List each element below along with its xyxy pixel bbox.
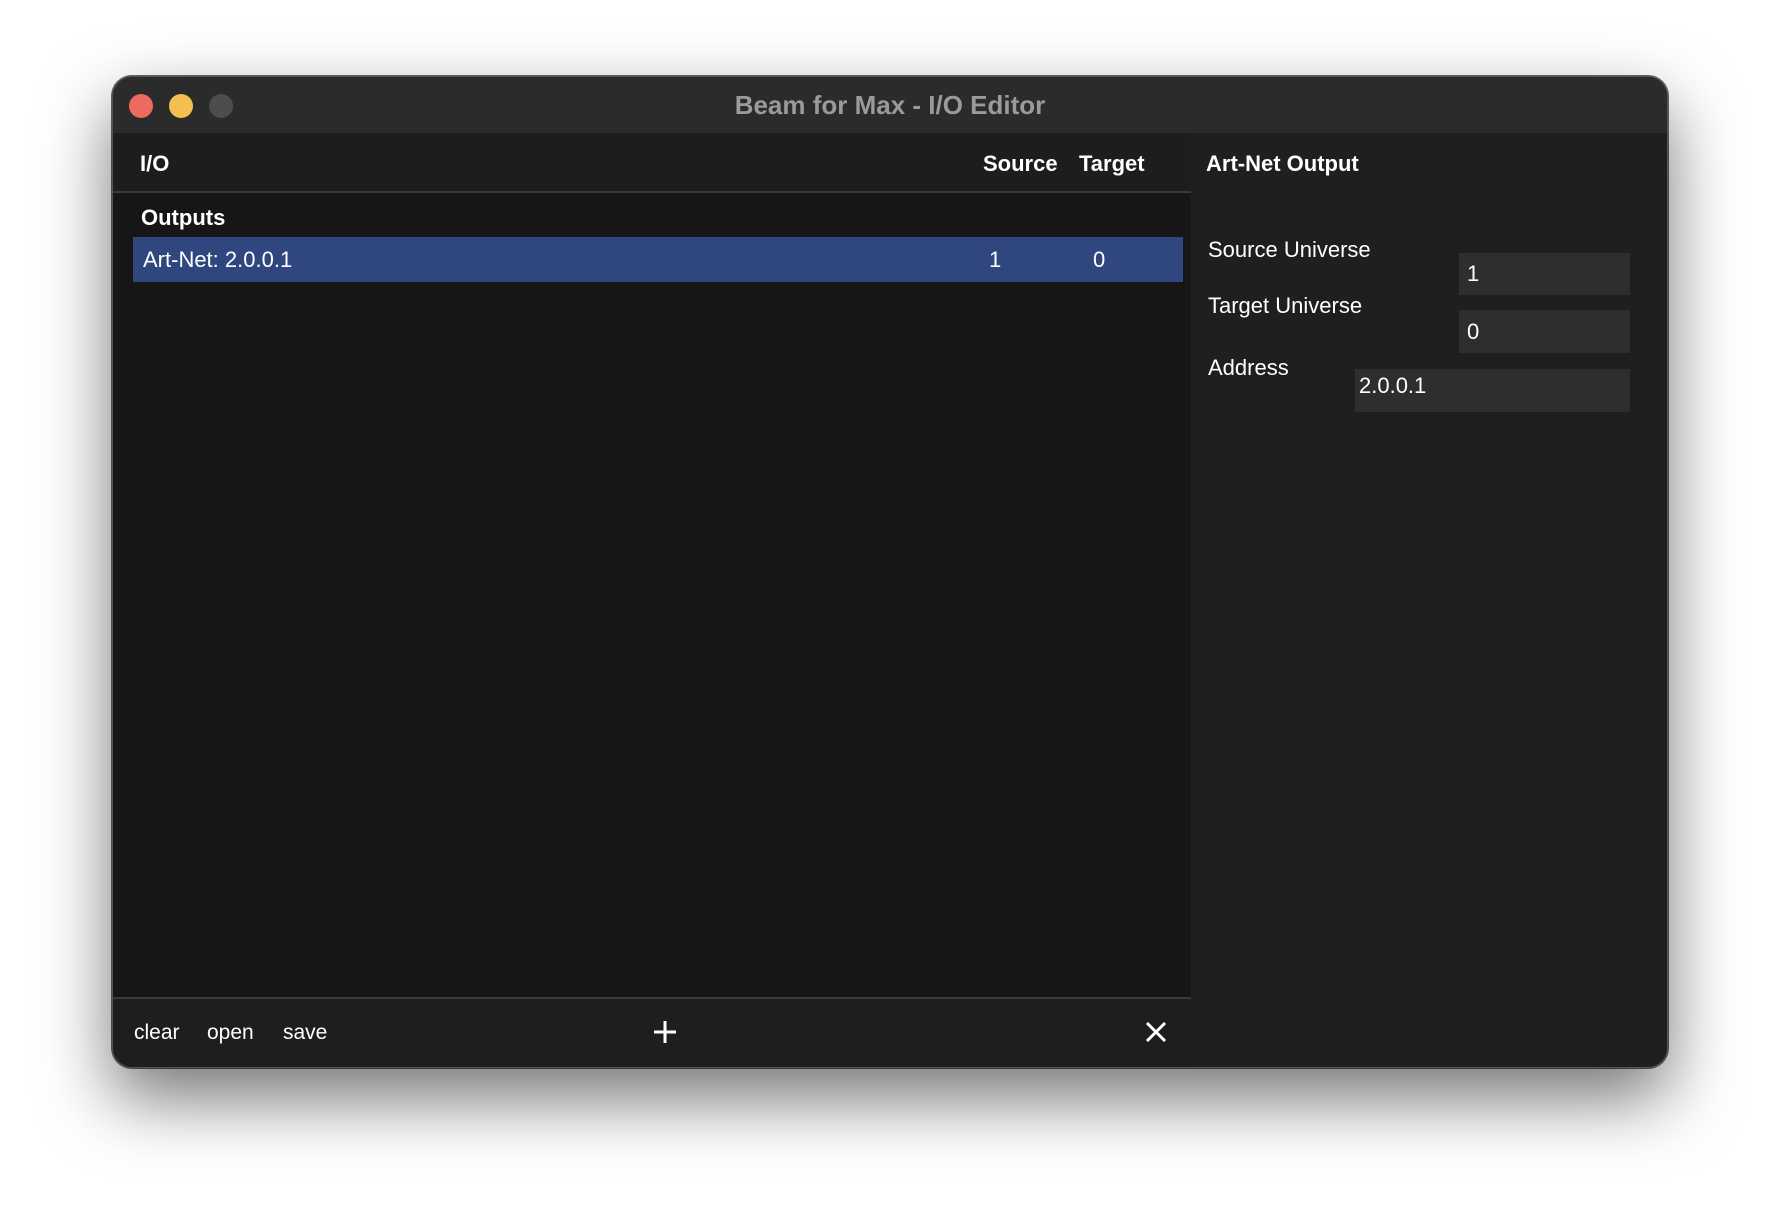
io-list-panel: I/O Source Target Outputs Art-Net: 2.0.0… xyxy=(113,133,1191,1067)
properties-title: Art-Net Output xyxy=(1206,151,1359,176)
io-list-footer: clear open save xyxy=(113,997,1191,1067)
target-universe-field[interactable] xyxy=(1459,310,1630,353)
source-universe-field[interactable] xyxy=(1459,253,1630,295)
remove-io-button[interactable] xyxy=(1141,1017,1171,1047)
properties-panel: Art-Net Output Source Universe Target Un… xyxy=(1191,133,1667,1067)
title-bar[interactable]: Beam for Max - I/O Editor xyxy=(113,77,1667,133)
window-title: Beam for Max - I/O Editor xyxy=(734,90,1046,120)
editor-window: Beam for Max - I/O Editor I/O Source Tar… xyxy=(112,76,1668,1068)
column-header-target: Target xyxy=(1079,151,1145,176)
io-list-header: I/O Source Target xyxy=(113,133,1191,193)
io-row-target: 0 xyxy=(1093,247,1106,272)
column-header-io: I/O xyxy=(140,151,170,176)
add-io-button[interactable] xyxy=(650,1017,680,1047)
plus-icon xyxy=(654,1021,676,1043)
clear-button[interactable]: clear xyxy=(134,999,180,1067)
close-icon xyxy=(1145,1021,1167,1043)
address-label: Address xyxy=(1208,355,1289,380)
io-row-name: Art-Net: 2.0.0.1 xyxy=(143,247,293,272)
save-button[interactable]: save xyxy=(283,999,327,1067)
source-universe-label: Source Universe xyxy=(1208,237,1371,262)
target-universe-label: Target Universe xyxy=(1208,293,1363,318)
address-field[interactable] xyxy=(1355,369,1630,412)
group-label-outputs: Outputs xyxy=(141,205,226,230)
column-header-source: Source xyxy=(983,151,1058,176)
io-row-source: 1 xyxy=(989,247,1002,272)
open-button[interactable]: open xyxy=(207,999,254,1067)
io-row-selected[interactable]: Art-Net: 2.0.0.1 1 0 xyxy=(133,237,1183,282)
